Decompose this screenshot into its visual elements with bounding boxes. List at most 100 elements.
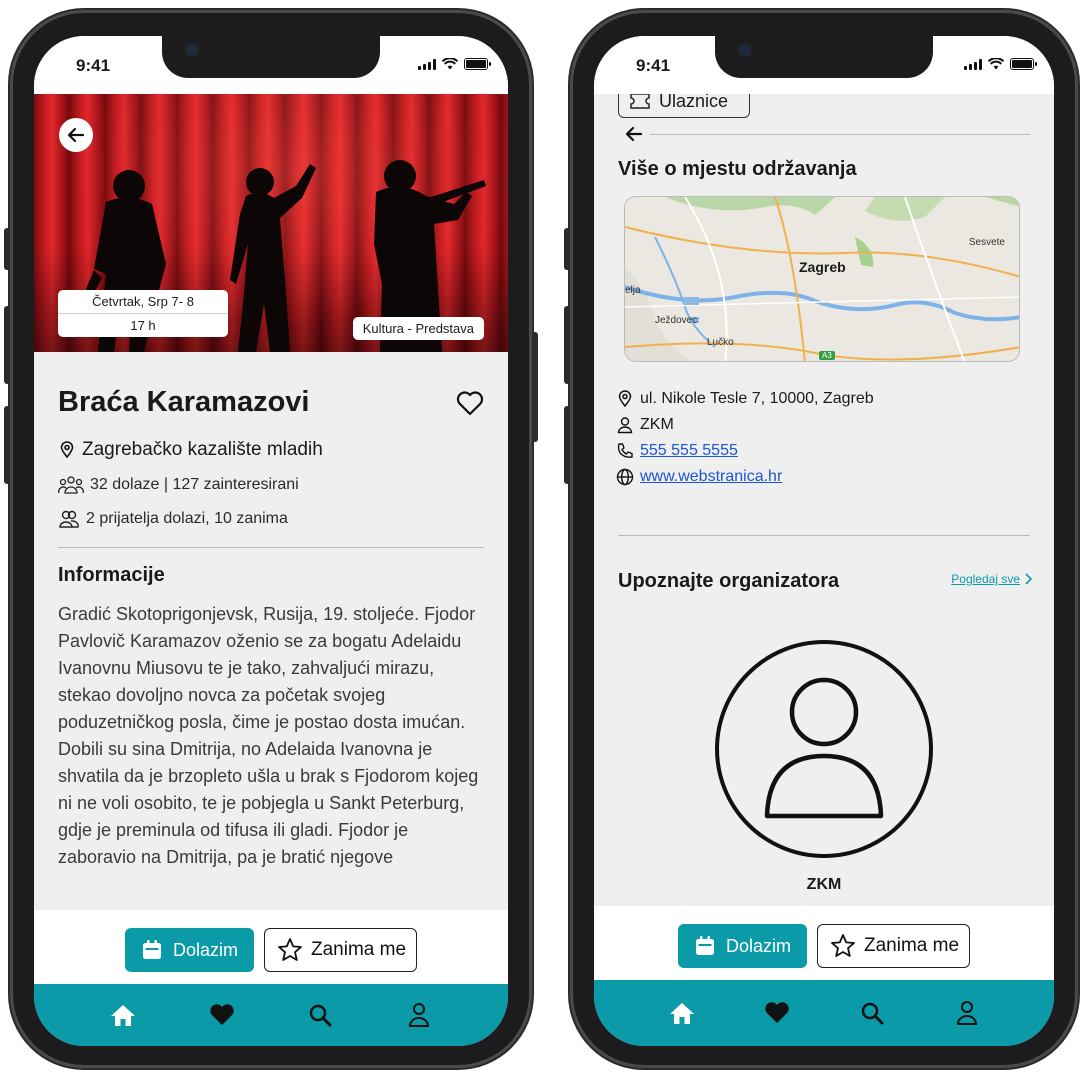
- status-icons: [964, 58, 1037, 70]
- star-icon: [831, 934, 855, 957]
- divider: [618, 134, 1030, 135]
- interested-button[interactable]: Zanima me: [263, 928, 418, 972]
- user-icon: [956, 1001, 977, 1025]
- event-description: Gradić Skotoprigonjevsk, Rusija, 19. sto…: [58, 604, 479, 867]
- tab-profile[interactable]: [404, 1000, 434, 1030]
- event-date: Četvrtak, Srp 7- 8: [92, 294, 194, 309]
- phone-frame-right: 9:41 Ulaznice Više o mjestu održavanja Z…: [564, 10, 1078, 1068]
- see-all-link[interactable]: Pogledaj sve: [951, 572, 1032, 586]
- status-time: 9:41: [76, 56, 111, 75]
- signal-icon: [418, 58, 436, 70]
- info-heading: Informacije: [58, 564, 165, 586]
- phone-icon: [617, 443, 633, 458]
- heart-outline-icon[interactable]: [456, 390, 484, 416]
- event-category-chip: Kultura - Predstava: [352, 317, 484, 340]
- attend-button[interactable]: Dolazim: [677, 924, 807, 968]
- tab-search[interactable]: [857, 998, 887, 1028]
- back-button[interactable]: [618, 118, 650, 150]
- heart-icon: [764, 1002, 789, 1023]
- venue-row: Zagrebačko kazalište mladih: [58, 439, 484, 461]
- battery-icon: [1010, 58, 1037, 70]
- user-avatar-icon: [764, 677, 884, 819]
- divider: [58, 547, 484, 548]
- map-graphic: [625, 197, 1019, 361]
- organizer-name: ZKM: [806, 876, 842, 893]
- attendance-row: 32 dolaze | 127 zainteresirani: [58, 475, 484, 495]
- signal-icon: [964, 58, 982, 70]
- event-date-chip: Četvrtak, Srp 7- 8 17 h: [58, 290, 228, 337]
- venue-content: Ulaznice Više o mjestu održavanja Zagreb…: [594, 84, 1054, 1046]
- website-link[interactable]: www.webstranica.hr: [640, 468, 782, 486]
- star-icon: [278, 938, 302, 961]
- tab-search[interactable]: [305, 1000, 335, 1030]
- tab-favorites[interactable]: [762, 998, 792, 1028]
- group-icon: [58, 476, 84, 494]
- interested-label: Zanima me: [310, 939, 407, 960]
- volume-up-button: [4, 306, 10, 384]
- venue-heading: Više o mjestu održavanja: [618, 158, 857, 180]
- venue-detail-screen: 9:41 Ulaznice Više o mjestu održavanja Z…: [594, 36, 1054, 1046]
- battery-icon: [464, 58, 491, 70]
- calendar-icon: [695, 936, 714, 955]
- wifi-icon: [988, 58, 1004, 70]
- phone-row: 555 555 5555: [616, 442, 874, 460]
- map-label: Ježdovec: [655, 315, 698, 326]
- map-label: Sesvete: [968, 237, 1005, 248]
- friends-count: 2 prijatelja dolazi, 10 zanima: [86, 510, 288, 527]
- phone-link[interactable]: 555 555 5555: [640, 442, 738, 460]
- organizer-heading: Upoznajte organizatora: [618, 570, 840, 592]
- divider: [618, 535, 1030, 536]
- map-city-label: Zagreb: [799, 259, 846, 275]
- heart-icon: [210, 1004, 234, 1025]
- status-time: 9:41: [636, 56, 671, 75]
- user-icon: [617, 417, 633, 434]
- map-road-badge: A3: [819, 351, 835, 360]
- attend-button[interactable]: Dolazim: [124, 928, 254, 972]
- wifi-icon: [442, 58, 458, 70]
- chevron-right-icon: [1025, 573, 1032, 585]
- mute-switch: [564, 228, 570, 270]
- back-button[interactable]: [59, 118, 93, 152]
- map-label: elja: [625, 285, 641, 296]
- attend-label: Dolazim: [725, 935, 791, 956]
- action-bar: Dolazim Zanima me: [594, 906, 1054, 980]
- tab-profile[interactable]: [952, 998, 982, 1028]
- search-icon: [310, 1004, 332, 1027]
- search-icon: [861, 1002, 883, 1025]
- friends-row: 2 prijatelja dolazi, 10 zanima: [58, 509, 484, 529]
- volume-up-button: [564, 306, 570, 384]
- organizer-avatar[interactable]: [715, 640, 933, 858]
- tab-home[interactable]: [667, 998, 697, 1028]
- home-icon: [669, 1003, 694, 1024]
- volume-down-button: [4, 406, 10, 484]
- venue-map[interactable]: Zagreb Sesvete elja Ježdovec Lučko A3: [624, 196, 1020, 362]
- event-time: 17 h: [58, 313, 228, 337]
- arrow-left-icon: [625, 126, 643, 142]
- website-row: www.webstranica.hr: [616, 468, 874, 486]
- event-detail-screen: 9:41 Četvrtak, Srp 7- 8 17 h Kultura - P…: [34, 36, 508, 1046]
- phone-frame-left: 9:41 Četvrtak, Srp 7- 8 17 h Kultura - P…: [4, 10, 538, 1068]
- attend-label: Dolazim: [172, 939, 238, 960]
- status-icons: [418, 58, 491, 70]
- volume-down-button: [564, 406, 570, 484]
- user-icon: [408, 1003, 429, 1027]
- action-bar: Dolazim Zanima me: [34, 910, 508, 984]
- power-button: [532, 332, 538, 442]
- tab-favorites[interactable]: [207, 1000, 237, 1030]
- tab-home[interactable]: [108, 1000, 138, 1030]
- ticket-icon: [630, 93, 650, 109]
- event-title: Braća Karamazovi: [58, 386, 310, 418]
- bottom-tab-bar: [34, 984, 508, 1046]
- interested-button[interactable]: Zanima me: [816, 924, 971, 968]
- venue-name: Zagrebačko kazalište mladih: [82, 439, 323, 460]
- bottom-tab-bar: [594, 980, 1054, 1046]
- mute-switch: [4, 228, 10, 270]
- notch: [162, 36, 380, 78]
- arrow-left-icon: [67, 127, 85, 143]
- globe-icon: [616, 468, 634, 486]
- interested-label: Zanima me: [863, 935, 960, 956]
- location-pin-icon: [618, 390, 632, 408]
- friends-icon: [59, 510, 79, 528]
- notch: [715, 36, 933, 78]
- calendar-icon: [142, 940, 161, 959]
